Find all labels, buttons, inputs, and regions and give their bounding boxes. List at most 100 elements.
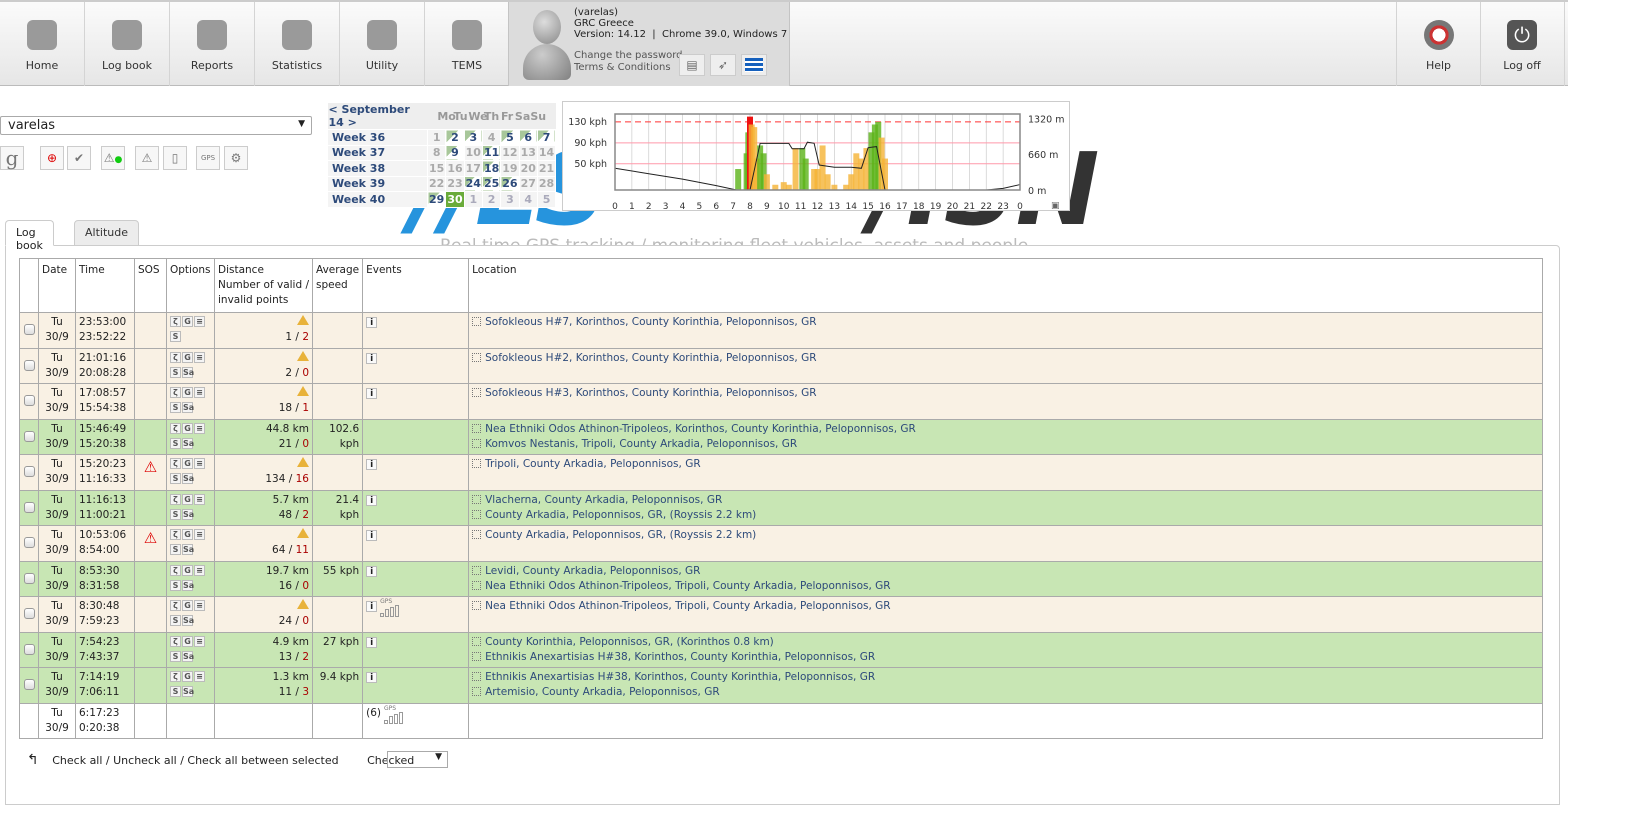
nav-log-book[interactable]: Log book: [85, 2, 170, 86]
s-icon[interactable]: S: [170, 402, 181, 413]
route-icon[interactable]: ζ: [170, 351, 181, 363]
s-alt-icon[interactable]: Sa: [182, 402, 194, 413]
table-row[interactable]: Tu 30/9 17:08:57 15:54:38 ζ G ≡ S Sa 18 / 1 i …: [19, 383, 1543, 420]
vehicle-select[interactable]: varelas ▼: [0, 116, 312, 135]
google-map-icon[interactable]: G: [182, 564, 193, 576]
calendar-day[interactable]: 27: [518, 175, 538, 192]
calendar-day[interactable]: 26: [500, 175, 520, 192]
location-link[interactable]: Vlacherna, County Arkadia, Peloponnisos,…: [485, 494, 722, 506]
calendar-day[interactable]: 23: [445, 175, 465, 192]
send-icon[interactable]: ➶: [710, 54, 736, 76]
location-link[interactable]: Komvos Nestanis, Tripoli, County Arkadia…: [485, 438, 797, 450]
route-icon[interactable]: ζ: [170, 422, 181, 434]
table-row[interactable]: Tu 30/9 11:16:13 11:00:21 ζ G ≡ S Sa 5.7 km 48 …: [19, 489, 1543, 526]
crosshair-alert-icon[interactable]: ⊕: [40, 146, 64, 170]
row-checkbox[interactable]: [23, 430, 35, 442]
google-map-icon[interactable]: G: [182, 529, 193, 540]
row-checkbox[interactable]: [23, 359, 35, 371]
row-checkbox[interactable]: [23, 324, 35, 335]
route-icon[interactable]: ζ: [170, 316, 181, 327]
location-link[interactable]: County Arkadia, Peloponnisos, GR, (Royss…: [485, 509, 756, 521]
locate-icon[interactable]: [472, 530, 482, 539]
calendar-day[interactable]: 12: [500, 144, 520, 161]
info-icon[interactable]: i: [366, 388, 378, 399]
location-link[interactable]: Ethnikis Anexartisias H#38, Korinthos, C…: [485, 671, 875, 683]
locate-icon[interactable]: [472, 565, 482, 575]
calendar-day[interactable]: 6: [518, 129, 538, 146]
list-icon[interactable]: ≡: [194, 458, 205, 469]
calendar-day[interactable]: 25: [481, 175, 502, 192]
calendar-day[interactable]: 8: [426, 144, 447, 161]
table-row[interactable]: Tu 30/9 10:53:06 8:54:00 ⚠ ζ G ≡ S Sa 64 / 11 …: [19, 525, 1543, 562]
google-map-icon[interactable]: G: [182, 387, 193, 398]
calendar-day[interactable]: 14: [536, 144, 557, 161]
locate-icon[interactable]: [472, 687, 482, 696]
location-link[interactable]: Sofokleous H#2, Korinthos, County Korint…: [485, 352, 816, 364]
list-icon[interactable]: ≡: [194, 493, 205, 505]
list-icon[interactable]: ≡: [194, 351, 205, 363]
list-icon[interactable]: ≡: [194, 422, 205, 434]
list-icon[interactable]: ≡: [194, 635, 205, 647]
google-map-icon[interactable]: G: [182, 493, 193, 505]
news-icon[interactable]: ▤: [679, 54, 705, 76]
location-link[interactable]: Sofokleous H#7, Korinthos, County Korint…: [485, 316, 816, 328]
row-checkbox[interactable]: [23, 501, 35, 513]
locate-icon[interactable]: [472, 672, 482, 681]
route-icon[interactable]: ζ: [170, 529, 181, 540]
nav-statistics[interactable]: Statistics: [255, 2, 340, 86]
info-icon[interactable]: i: [366, 601, 378, 612]
calendar-day[interactable]: 1: [426, 129, 447, 146]
list-icon[interactable]: ≡: [194, 316, 205, 327]
calendar-day[interactable]: 5: [536, 191, 557, 208]
google-map-icon[interactable]: G: [182, 671, 193, 682]
table-row[interactable]: Tu 30/9 7:14:19 7:06:11 ζ G ≡ S Sa 1.3 km 11 / …: [19, 667, 1543, 704]
table-row[interactable]: Tu 30/9 7:54:23 7:43:37 ζ G ≡ S Sa 4.9 km 13 / …: [19, 631, 1543, 668]
logoff-button[interactable]: ⏻ Log off: [1480, 2, 1565, 86]
route-icon[interactable]: ζ: [170, 635, 181, 647]
table-row[interactable]: Tu 30/9 8:30:48 7:59:23 ζ G ≡ S Sa 24 / 0 iGPS…: [19, 596, 1543, 633]
week-link[interactable]: Week 36: [327, 129, 428, 146]
location-link[interactable]: Levidi, County Arkadia, Peloponnisos, GR: [485, 565, 700, 577]
week-link[interactable]: Week 40: [327, 191, 428, 208]
s-alt-icon[interactable]: Sa: [182, 544, 194, 555]
route-icon[interactable]: ζ: [170, 564, 181, 576]
info-icon[interactable]: i: [366, 317, 378, 328]
calendar-day[interactable]: 30: [445, 191, 465, 208]
tab-log-book[interactable]: Log book: [5, 220, 54, 252]
table-row[interactable]: Tu 30/9 8:53:30 8:31:58 ζ G ≡ S Sa 19.7 km 16 /…: [19, 560, 1543, 597]
s-alt-icon[interactable]: Sa: [182, 650, 194, 662]
nav-utility[interactable]: Utility: [340, 2, 425, 86]
row-checkbox[interactable]: [23, 395, 35, 406]
list-icon[interactable]: ≡: [194, 600, 205, 611]
route-icon[interactable]: ζ: [170, 671, 181, 682]
locate-icon[interactable]: [472, 423, 482, 433]
location-link[interactable]: Tripoli, County Arkadia, Peloponnisos, G…: [485, 458, 701, 470]
s-icon[interactable]: S: [170, 650, 181, 662]
google-map-icon[interactable]: G: [182, 458, 193, 469]
s-icon[interactable]: S: [170, 473, 181, 484]
info-icon[interactable]: i: [366, 459, 378, 470]
calendar-day[interactable]: 20: [518, 160, 538, 177]
list-icon[interactable]: ≡: [194, 387, 205, 398]
week-link[interactable]: Week 37: [327, 144, 428, 161]
greek-flag-icon[interactable]: [741, 54, 767, 76]
help-button[interactable]: Help: [1396, 2, 1481, 86]
google-map-icon[interactable]: G: [182, 600, 193, 611]
s-alt-icon[interactable]: Sa: [182, 366, 194, 378]
row-checkbox[interactable]: [23, 572, 35, 584]
calendar-day[interactable]: 3: [463, 129, 483, 146]
locate-icon[interactable]: [472, 494, 482, 504]
table-row[interactable]: Tu 30/9 21:01:16 20:08:28 ζ G ≡ S Sa 2 / 0 i S…: [19, 347, 1543, 384]
sos-warning-icon[interactable]: ⚠: [144, 460, 157, 475]
s-alt-icon[interactable]: Sa: [182, 579, 194, 591]
s-alt-icon[interactable]: Sa: [182, 437, 194, 449]
calendar-day[interactable]: 1: [463, 191, 483, 208]
location-link[interactable]: Sofokleous H#3, Korinthos, County Korint…: [485, 387, 816, 399]
route-icon[interactable]: ζ: [170, 493, 181, 505]
calendar-day[interactable]: 5: [500, 129, 520, 146]
locate-icon[interactable]: [472, 651, 482, 661]
alert-list-icon[interactable]: ⚠: [135, 146, 159, 170]
route-icon[interactable]: ζ: [170, 458, 181, 469]
calendar-day[interactable]: 21: [536, 160, 557, 177]
change-password-link[interactable]: Change the password: [574, 50, 683, 62]
